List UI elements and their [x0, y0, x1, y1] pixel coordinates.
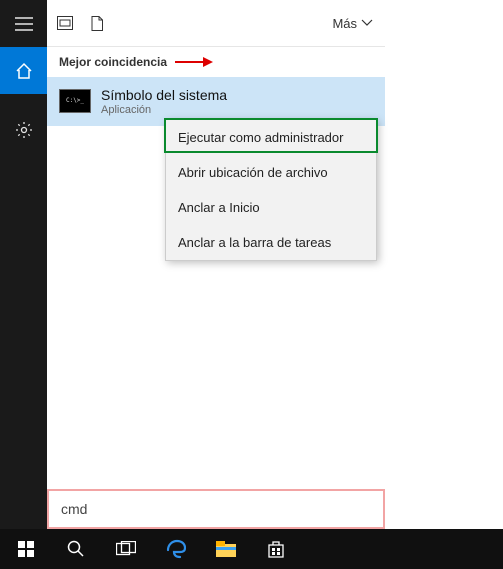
- search-input[interactable]: [61, 501, 371, 517]
- best-match-label: Mejor coincidencia: [59, 55, 167, 69]
- desktop-background: [385, 0, 503, 529]
- documents-filter-icon[interactable]: [91, 16, 103, 31]
- settings-button[interactable]: [0, 106, 47, 153]
- more-label: Más: [332, 16, 357, 31]
- cmd-icon: C:\>_: [59, 89, 91, 113]
- search-panel: Más Mejor coincidencia C:\>_ Símbolo del…: [0, 0, 385, 529]
- edge-button[interactable]: [154, 529, 198, 569]
- taskbar: [0, 529, 503, 569]
- context-menu: Ejecutar como administrador Abrir ubicac…: [165, 119, 377, 261]
- left-rail: [0, 0, 47, 529]
- menu-open-file-location[interactable]: Abrir ubicación de archivo: [166, 155, 376, 190]
- results-header: Más: [47, 0, 385, 47]
- result-subtitle: Aplicación: [101, 104, 227, 116]
- taskbar-search-button[interactable]: [54, 529, 98, 569]
- hamburger-button[interactable]: [0, 0, 47, 47]
- file-explorer-button[interactable]: [204, 529, 248, 569]
- root: Más Mejor coincidencia C:\>_ Símbolo del…: [0, 0, 503, 569]
- chevron-down-icon: [361, 19, 373, 27]
- task-view-button[interactable]: [104, 529, 148, 569]
- result-text: Símbolo del sistema Aplicación: [101, 87, 227, 116]
- start-button[interactable]: [4, 529, 48, 569]
- more-dropdown[interactable]: Más: [332, 16, 373, 31]
- home-button[interactable]: [0, 47, 47, 94]
- apps-filter-icon[interactable]: [57, 16, 73, 30]
- menu-pin-to-taskbar[interactable]: Anclar a la barra de tareas: [166, 225, 376, 260]
- store-button[interactable]: [254, 529, 298, 569]
- search-input-wrap: [47, 489, 385, 529]
- menu-run-as-admin[interactable]: Ejecutar como administrador: [166, 120, 376, 155]
- best-match-label-row: Mejor coincidencia: [47, 47, 385, 77]
- menu-pin-to-start[interactable]: Anclar a Inicio: [166, 190, 376, 225]
- result-title: Símbolo del sistema: [101, 87, 227, 103]
- annotation-arrow-icon: [175, 57, 215, 67]
